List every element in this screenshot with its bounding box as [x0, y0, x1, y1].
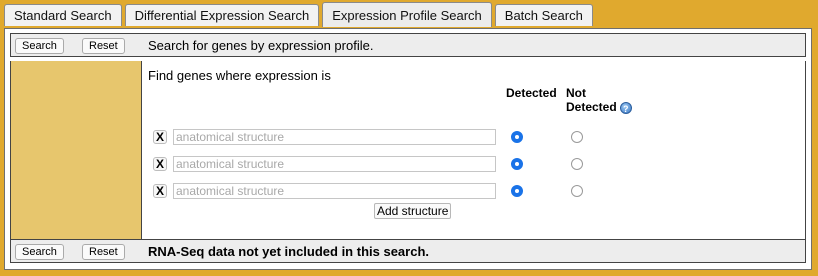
left-column: [11, 61, 142, 239]
tab-bar: Standard Search Differential Expression …: [4, 2, 596, 28]
detected-radio[interactable]: [511, 158, 523, 170]
detected-radio[interactable]: [511, 131, 523, 143]
search-panel: Search Reset Search for genes by express…: [4, 28, 812, 270]
structure-row: X: [153, 156, 593, 174]
tab-differential-expression-search[interactable]: Differential Expression Search: [124, 4, 320, 26]
bottom-bar-message: RNA-Seq data not yet included in this se…: [148, 244, 429, 259]
bottom-action-bar: Search Reset RNA-Seq data not yet includ…: [10, 239, 806, 263]
remove-row-button[interactable]: X: [153, 157, 167, 171]
add-structure-button[interactable]: Add structure: [374, 203, 452, 219]
not-detected-header-line2: Detected?: [566, 100, 632, 114]
tab-batch-search[interactable]: Batch Search: [494, 4, 593, 26]
anatomical-structure-input[interactable]: [173, 156, 496, 172]
not-detected-radio[interactable]: [571, 158, 583, 170]
reset-button[interactable]: Reset: [82, 244, 125, 260]
structure-row: X: [153, 183, 593, 201]
detected-radio[interactable]: [511, 185, 523, 197]
form-intro: Find genes where expression is: [148, 68, 331, 83]
tab-expression-profile-search[interactable]: Expression Profile Search: [322, 2, 492, 27]
top-bar-message: Search for genes by expression profile.: [148, 38, 374, 53]
anatomical-structure-input[interactable]: [173, 129, 496, 145]
detected-header: Detected: [506, 86, 557, 100]
not-detected-header-text: Detected: [566, 100, 617, 114]
structure-row: X: [153, 129, 593, 147]
reset-button[interactable]: Reset: [82, 38, 125, 54]
search-button[interactable]: Search: [15, 244, 64, 260]
not-detected-radio[interactable]: [571, 131, 583, 143]
top-action-bar: Search Reset Search for genes by express…: [10, 33, 806, 57]
not-detected-header: Not Detected?: [566, 86, 632, 114]
not-detected-radio[interactable]: [571, 185, 583, 197]
anatomical-structure-input[interactable]: [173, 183, 496, 199]
tab-standard-search[interactable]: Standard Search: [4, 4, 122, 26]
remove-row-button[interactable]: X: [153, 130, 167, 144]
remove-row-button[interactable]: X: [153, 184, 167, 198]
search-button[interactable]: Search: [15, 38, 64, 54]
form-body: Find genes where expression is Detected …: [10, 61, 806, 239]
not-detected-header-line1: Not: [566, 86, 586, 100]
help-icon[interactable]: ?: [619, 101, 632, 114]
